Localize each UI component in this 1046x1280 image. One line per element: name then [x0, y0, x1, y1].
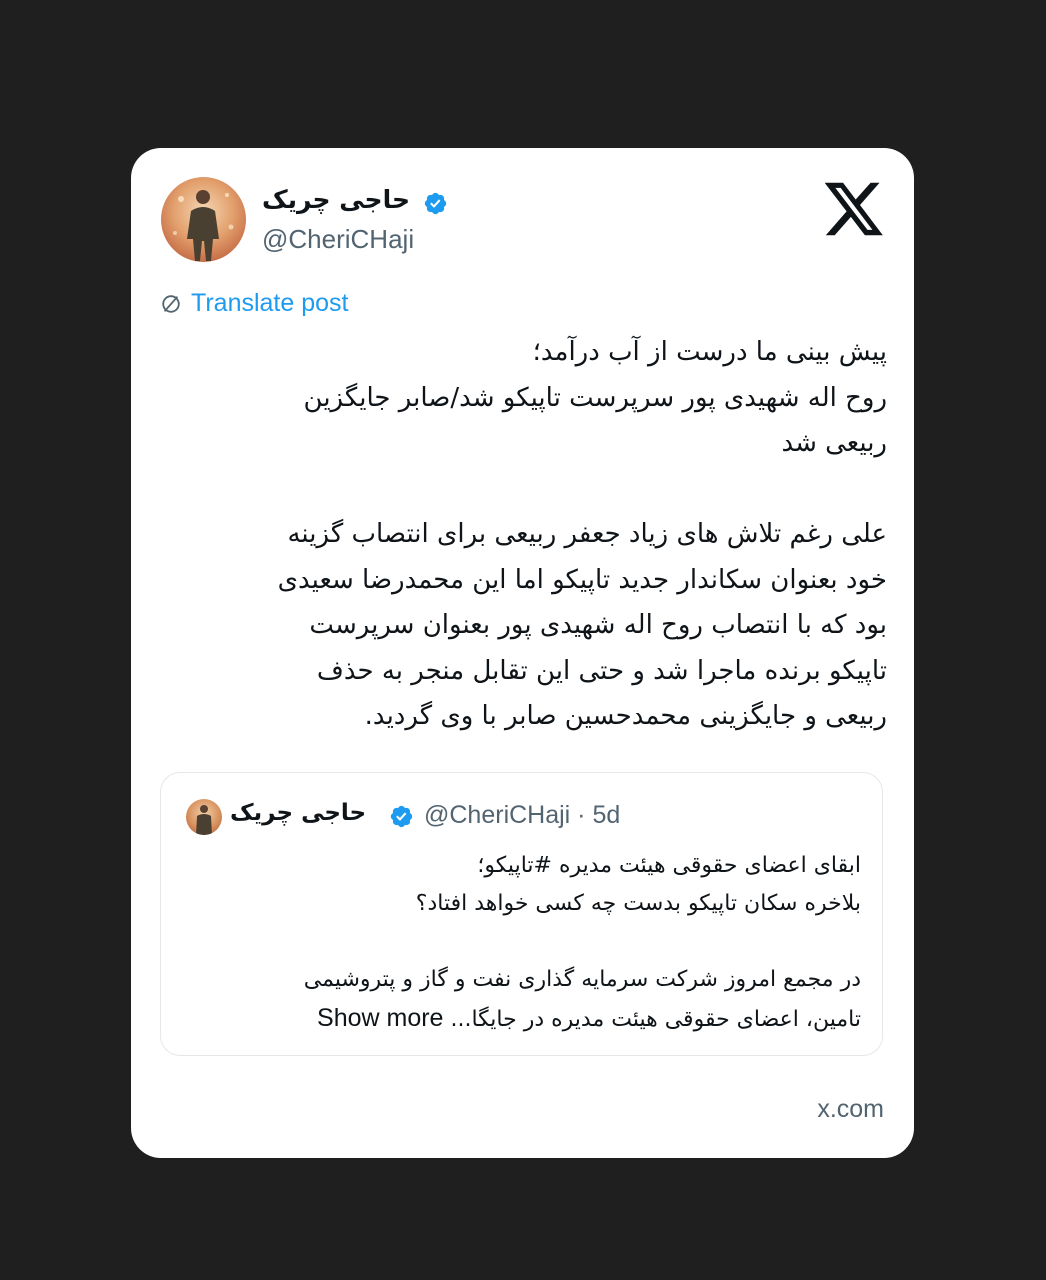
author-avatar[interactable]: [161, 177, 246, 262]
verified-badge-icon: [424, 192, 447, 215]
quoted-handle-time[interactable]: @CheriCHaji · 5d: [424, 801, 620, 830]
source-domain[interactable]: x.com: [817, 1095, 884, 1124]
quoted-line: ابقای اعضای حقوقی هیئت مدیره #تاپیکو؛: [477, 853, 861, 878]
quoted-line: تامین، اعضای حقوقی هیئت مدیره در جایگا..…: [207, 999, 861, 1039]
translate-post-link[interactable]: Translate post: [160, 289, 348, 318]
post-text: پیش بینی ما درست از آب درآمد؛ روح اله شه…: [160, 330, 887, 740]
post-card: حاجی چریک @CheriCHaji Translate post پیش…: [131, 148, 914, 1158]
post-line: روح اله شهیدی پور سرپرست تاپیکو شد/صابر …: [303, 382, 887, 413]
post-line: علی رغم تلاش های زیاد جعفر ربیعی برای ان…: [287, 519, 887, 549]
quoted-post[interactable]: حاجی چریک @CheriCHaji · 5d ابقای اعضای ح…: [160, 772, 883, 1056]
post-line: پیش بینی ما درست از آب درآمد؛: [532, 337, 887, 367]
quoted-line: در مجمع امروز شرکت سرمایه گذاری نفت و گا…: [303, 967, 861, 992]
translate-post-label[interactable]: Translate post: [191, 289, 348, 318]
quoted-line: بلاخره سکان تاپیکو بدست چه کسی خواهد افت…: [415, 891, 861, 916]
quoted-line-text: تامین، اعضای حقوقی هیئت مدیره در جایگا..…: [450, 1007, 861, 1032]
author-display-name[interactable]: حاجی چریک: [262, 185, 410, 214]
globe-icon: [162, 294, 180, 313]
x-logo-icon: [825, 182, 883, 236]
show-more-link[interactable]: Show more: [317, 1004, 443, 1032]
post-line: خود بعنوان سکاندار جدید تاپیکو اما این م…: [277, 564, 887, 595]
verified-badge-icon: [390, 805, 413, 828]
quoted-post-text: ابقای اعضای حقوقی هیئت مدیره #تاپیکو؛ بل…: [207, 847, 861, 1039]
quoted-author-display-name[interactable]: حاجی چریک: [230, 800, 366, 826]
post-line: ربیعی شد: [781, 428, 887, 458]
author-handle[interactable]: @CheriCHaji: [262, 224, 414, 255]
quoted-author-avatar[interactable]: [186, 799, 222, 835]
post-line: تاپیکو برنده ماجرا شد و حتی این تقابل من…: [316, 655, 887, 686]
post-line: بود که با انتصاب روح اله شهیدی پور بعنوا…: [309, 610, 887, 640]
post-line: ربیعی و جایگزینی محمدحسین صابر با وی گرد…: [364, 701, 887, 731]
